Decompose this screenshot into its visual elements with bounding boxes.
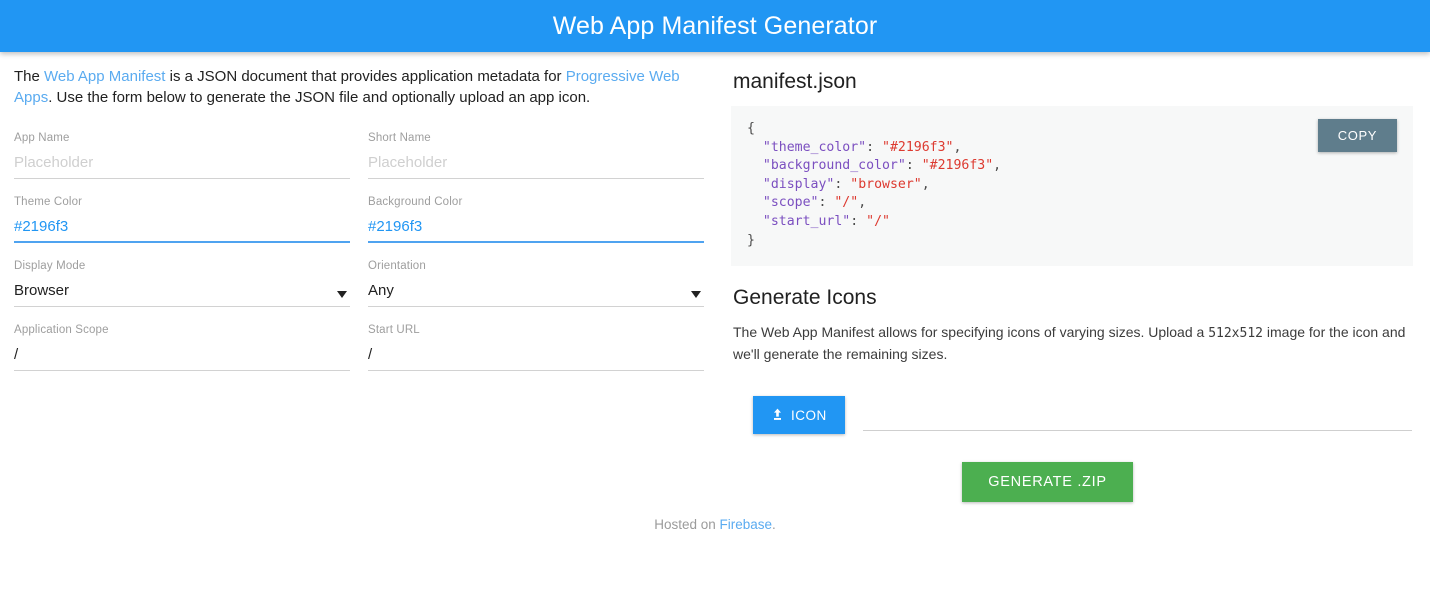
theme-color-underline: [14, 241, 350, 243]
upload-icon-button[interactable]: ICON: [753, 396, 845, 434]
manifest-json-heading: manifest.json: [733, 69, 1412, 95]
short-name-input[interactable]: Placeholder: [368, 154, 704, 172]
field-label-start-url: Start URL: [368, 324, 704, 337]
theme-color-input[interactable]: #2196f3: [14, 218, 350, 236]
application-scope-underline: [14, 370, 350, 371]
manifest-form: App Name Placeholder Short Name Placehol…: [14, 122, 704, 378]
footer-text-before: Hosted on: [654, 517, 719, 532]
display-mode-select[interactable]: Browser: [14, 282, 350, 300]
field-start-url[interactable]: Start URL /: [368, 314, 704, 378]
json-value-scope: "/": [834, 195, 858, 210]
app-header-bar: Web App Manifest Generator: [0, 0, 1430, 52]
upload-icon: [771, 408, 784, 422]
field-label-background-color: Background Color: [368, 196, 704, 209]
web-app-manifest-link[interactable]: Web App Manifest: [44, 68, 165, 85]
orientation-select[interactable]: Any: [368, 282, 704, 300]
json-key-start-url: "start_url": [763, 214, 850, 229]
left-column: The Web App Manifest is a JSON document …: [0, 52, 715, 378]
generate-icons-heading: Generate Icons: [733, 285, 1412, 311]
background-color-underline: [368, 241, 704, 243]
form-row-colors: Theme Color #2196f3 Background Color #21…: [14, 186, 704, 250]
right-column: manifest.json { "theme_color": "#2196f3"…: [715, 52, 1430, 502]
start-url-underline: [368, 370, 704, 371]
chevron-down-icon[interactable]: [337, 291, 347, 298]
manifest-json-code: { "theme_color": "#2196f3", "background_…: [747, 120, 1397, 250]
intro-paragraph: The Web App Manifest is a JSON document …: [14, 66, 697, 108]
json-comma-3: ,: [922, 177, 930, 192]
form-row-display: Display Mode Browser Orientation Any: [14, 250, 704, 314]
app-name-input[interactable]: Placeholder: [14, 154, 350, 172]
json-brace-close: }: [747, 233, 755, 248]
icon-file-input[interactable]: [863, 430, 1412, 431]
generate-zip-button[interactable]: GENERATE .ZIP: [962, 462, 1132, 502]
display-mode-underline: [14, 306, 350, 307]
app-name-underline: [14, 178, 350, 179]
field-label-app-name: App Name: [14, 132, 350, 145]
start-url-input[interactable]: /: [368, 346, 704, 364]
intro-text-2: is a JSON document that provides applica…: [165, 68, 565, 85]
page-title: Web App Manifest Generator: [553, 14, 878, 39]
field-label-short-name: Short Name: [368, 132, 704, 145]
field-label-display-mode: Display Mode: [14, 260, 350, 273]
background-color-input[interactable]: #2196f3: [368, 218, 704, 236]
generate-icons-description: The Web App Manifest allows for specifyi…: [733, 322, 1417, 364]
field-theme-color[interactable]: Theme Color #2196f3: [14, 186, 350, 250]
field-label-theme-color: Theme Color: [14, 196, 350, 209]
field-orientation[interactable]: Orientation Any: [368, 250, 704, 314]
json-comma-2: ,: [993, 158, 1001, 173]
json-key-display: "display": [763, 177, 834, 192]
footer-text-after: .: [772, 517, 776, 532]
field-label-application-scope: Application Scope: [14, 324, 350, 337]
upload-icon-button-label: ICON: [791, 408, 827, 423]
manifest-json-panel: { "theme_color": "#2196f3", "background_…: [731, 106, 1413, 266]
json-brace-open: {: [747, 121, 755, 136]
json-key-theme-color: "theme_color": [763, 140, 866, 155]
json-comma-4: ,: [858, 195, 866, 210]
icon-upload-row: ICON: [753, 390, 1412, 434]
footer: Hosted on Firebase.: [0, 517, 1430, 532]
intro-text-1: The: [14, 68, 44, 85]
form-row-urls: Application Scope / Start URL /: [14, 314, 704, 378]
json-value-start-url: "/": [866, 214, 890, 229]
field-short-name[interactable]: Short Name Placeholder: [368, 122, 704, 186]
json-value-background-color: "#2196f3": [922, 158, 993, 173]
field-label-orientation: Orientation: [368, 260, 704, 273]
intro-text-3: . Use the form below to generate the JSO…: [48, 89, 590, 106]
icons-desc-1: The Web App Manifest allows for specifyi…: [733, 324, 1208, 340]
form-row-names: App Name Placeholder Short Name Placehol…: [14, 122, 704, 186]
json-key-background-color: "background_color": [763, 158, 906, 173]
short-name-underline: [368, 178, 704, 179]
orientation-underline: [368, 306, 704, 307]
json-key-scope: "scope": [763, 195, 819, 210]
generate-zip-row: GENERATE .ZIP: [731, 462, 1364, 502]
page-body: The Web App Manifest is a JSON document …: [0, 52, 1430, 603]
chevron-down-icon[interactable]: [691, 291, 701, 298]
json-value-theme-color: "#2196f3": [882, 140, 953, 155]
json-comma-1: ,: [953, 140, 961, 155]
application-scope-input[interactable]: /: [14, 346, 350, 364]
icon-size-value: 512x512: [1208, 326, 1263, 341]
field-display-mode[interactable]: Display Mode Browser: [14, 250, 350, 314]
json-value-display: "browser": [850, 177, 921, 192]
field-application-scope[interactable]: Application Scope /: [14, 314, 350, 378]
field-background-color[interactable]: Background Color #2196f3: [368, 186, 704, 250]
firebase-link[interactable]: Firebase: [720, 517, 773, 532]
copy-button[interactable]: COPY: [1318, 119, 1397, 152]
field-app-name[interactable]: App Name Placeholder: [14, 122, 350, 186]
